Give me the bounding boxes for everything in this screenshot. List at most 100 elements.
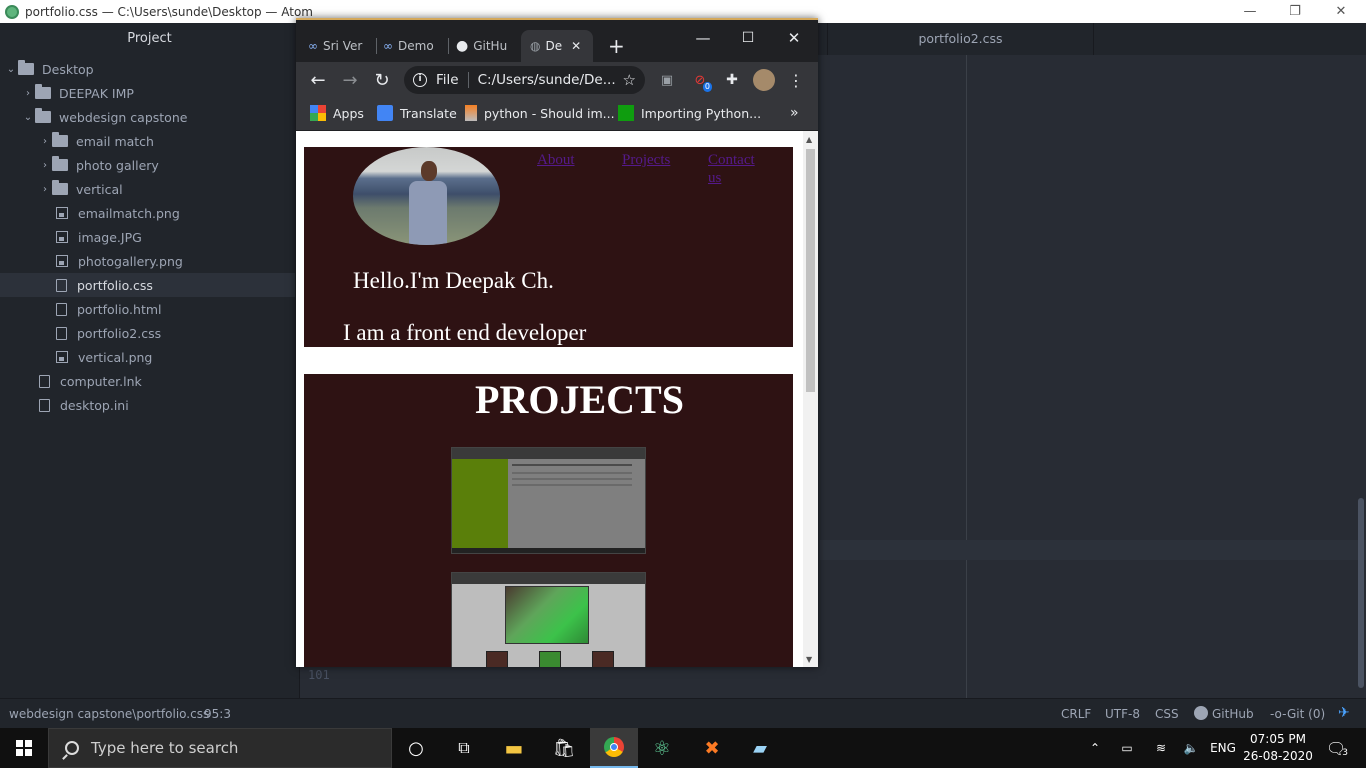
tab-demo[interactable]: ∞ Demo: [383, 30, 443, 62]
wrap-guide: [966, 55, 967, 698]
chrome-close-icon[interactable]: ✕: [774, 24, 814, 52]
minimize-icon[interactable]: —: [1227, 0, 1273, 23]
extension-badge: 0: [702, 82, 712, 92]
taskbar-search-box[interactable]: Type here to search: [48, 728, 392, 768]
chrome-minimize-icon[interactable]: —: [683, 24, 723, 52]
tree-item[interactable]: portfolio2.css: [0, 321, 295, 345]
screenshot-green-sidebar: [452, 459, 508, 550]
tree-item[interactable]: vertical.png: [0, 345, 295, 369]
status-github[interactable]: GitHub: [1212, 707, 1254, 721]
language-indicator[interactable]: ENG: [1208, 728, 1238, 768]
chrome-maximize-icon[interactable]: ☐: [728, 24, 768, 52]
project-screenshot-photo-gallery[interactable]: [451, 572, 646, 667]
volume-icon[interactable]: 🔈: [1180, 728, 1202, 768]
chrome-toolbar: ← → ↻ i File C:/Users/sunde/De... ☆ ▣ ⊘ …: [296, 62, 818, 98]
menu-kebab-icon[interactable]: ⋮: [786, 70, 806, 90]
info-icon[interactable]: i: [413, 73, 427, 87]
wifi-icon[interactable]: ≋: [1150, 728, 1172, 768]
scroll-up-icon[interactable]: ▲: [806, 135, 812, 144]
tab-close-icon[interactable]: ✕: [571, 39, 581, 53]
bookmark-translate[interactable]: Translate: [377, 105, 457, 121]
tab-github[interactable]: ● GitHu: [456, 30, 514, 62]
xampp-icon[interactable]: ✖: [688, 728, 736, 768]
nav-link-contact[interactable]: Contact us: [708, 151, 764, 187]
file-explorer-icon[interactable]: ▬: [490, 728, 538, 768]
chevron-down-icon: ⌄: [6, 63, 16, 75]
tree-item[interactable]: › DEEPAK IMP: [0, 81, 295, 105]
tab-active-portfolio[interactable]: ◍ De ✕: [521, 30, 593, 62]
back-arrow-icon[interactable]: ←: [304, 66, 332, 94]
folder-icon: [52, 156, 68, 171]
nav-link-about[interactable]: About: [537, 151, 575, 169]
bookmark-label: Translate: [400, 105, 457, 121]
image-file-icon: [56, 207, 68, 219]
tree-item[interactable]: ⌄ Desktop: [0, 57, 295, 81]
url-scheme: File: [436, 72, 459, 88]
close-icon[interactable]: ✕: [1318, 0, 1364, 23]
web-page-viewport[interactable]: About Projects Contact us Hello.I'm Deep…: [296, 131, 818, 667]
address-bar[interactable]: i File C:/Users/sunde/De... ☆: [404, 66, 645, 94]
extension-screen-icon[interactable]: ▣: [657, 70, 677, 90]
tree-item[interactable]: desktop.ini: [0, 393, 295, 417]
nav-link-projects[interactable]: Projects: [622, 151, 670, 169]
bookmark-importing-python[interactable]: Importing Python...: [618, 105, 761, 121]
tree-item[interactable]: portfolio.html: [0, 297, 295, 321]
tree-item[interactable]: photogallery.png: [0, 249, 295, 273]
tree-item[interactable]: ⌄ webdesign capstone: [0, 105, 295, 129]
tab-separator: [448, 38, 449, 54]
scrollbar-thumb[interactable]: [806, 149, 815, 392]
task-view-icon[interactable]: ⧉: [440, 728, 488, 768]
project-screenshot-email-match[interactable]: [451, 447, 646, 554]
tray-chevron-icon[interactable]: ⌃: [1085, 728, 1105, 768]
bookmarks-overflow-icon[interactable]: »: [790, 105, 799, 121]
notification-center-icon[interactable]: 🗨 3: [1322, 728, 1352, 768]
editor-scrollbar[interactable]: [1358, 498, 1364, 688]
search-placeholder: Type here to search: [91, 739, 239, 757]
bookmark-apps[interactable]: Apps: [310, 105, 364, 121]
store-icon[interactable]: 🛍: [540, 728, 588, 768]
extensions-puzzle-icon[interactable]: ✚: [722, 70, 742, 90]
bookmark-label: Apps: [333, 105, 364, 121]
search-icon: [65, 741, 79, 755]
tree-item-label: computer.lnk: [60, 373, 142, 389]
editor-tab-portfolio2[interactable]: portfolio2.css: [827, 23, 1094, 55]
atom-taskbar-icon[interactable]: ⚛: [638, 728, 686, 768]
profile-avatar[interactable]: [753, 69, 775, 91]
tree-item[interactable]: › photo gallery: [0, 153, 295, 177]
start-button[interactable]: [0, 728, 48, 768]
chrome-taskbar-icon[interactable]: [590, 728, 638, 768]
git-commit-icon: -o-: [1270, 707, 1287, 721]
status-file-path[interactable]: webdesign capstone\portfolio.css: [9, 707, 209, 721]
extension-block-icon[interactable]: ⊘ 0: [690, 70, 712, 92]
status-line-ending[interactable]: CRLF: [1061, 707, 1091, 721]
new-tab-button[interactable]: +: [608, 30, 628, 62]
status-grammar[interactable]: CSS: [1155, 707, 1179, 721]
windows-taskbar: Type here to search ○ ⧉ ▬ 🛍 ⚛ ✖ ▰ ⌃ ▭ ≋ …: [0, 728, 1366, 768]
reload-icon[interactable]: ↻: [368, 66, 396, 94]
cortana-icon[interactable]: ○: [392, 728, 440, 768]
battery-icon[interactable]: ▭: [1116, 728, 1138, 768]
github-icon: [1194, 706, 1208, 720]
bookmark-star-icon[interactable]: ☆: [623, 71, 636, 89]
profile-photo: [353, 147, 500, 245]
status-git[interactable]: Git (0): [1287, 707, 1325, 721]
tree-item[interactable]: computer.lnk: [0, 369, 295, 393]
tree-item[interactable]: › vertical: [0, 177, 295, 201]
tree-item[interactable]: image.JPG: [0, 225, 295, 249]
notepad-icon[interactable]: ▰: [736, 728, 784, 768]
tab-sri-ver[interactable]: ∞ Sri Ver: [308, 30, 368, 62]
file-icon: [56, 302, 67, 316]
page-scrollbar[interactable]: ▲ ▼: [803, 131, 818, 667]
tree-item[interactable]: emailmatch.png: [0, 201, 295, 225]
scroll-down-icon[interactable]: ▼: [806, 655, 812, 664]
bookmark-python[interactable]: python - Should im...: [465, 105, 615, 121]
tree-item[interactable]: portfolio.css: [0, 273, 295, 297]
taskbar-clock[interactable]: 07:05 PM 26-08-2020: [1242, 731, 1314, 765]
restore-icon[interactable]: ❐: [1272, 0, 1318, 23]
squirrel-icon[interactable]: ✈: [1338, 705, 1350, 721]
tree-item-label: photo gallery: [76, 157, 159, 173]
status-encoding[interactable]: UTF-8: [1105, 707, 1140, 721]
status-cursor-position[interactable]: 95:3: [204, 707, 231, 721]
tree-item[interactable]: › email match: [0, 129, 295, 153]
forward-arrow-icon[interactable]: →: [336, 66, 364, 94]
